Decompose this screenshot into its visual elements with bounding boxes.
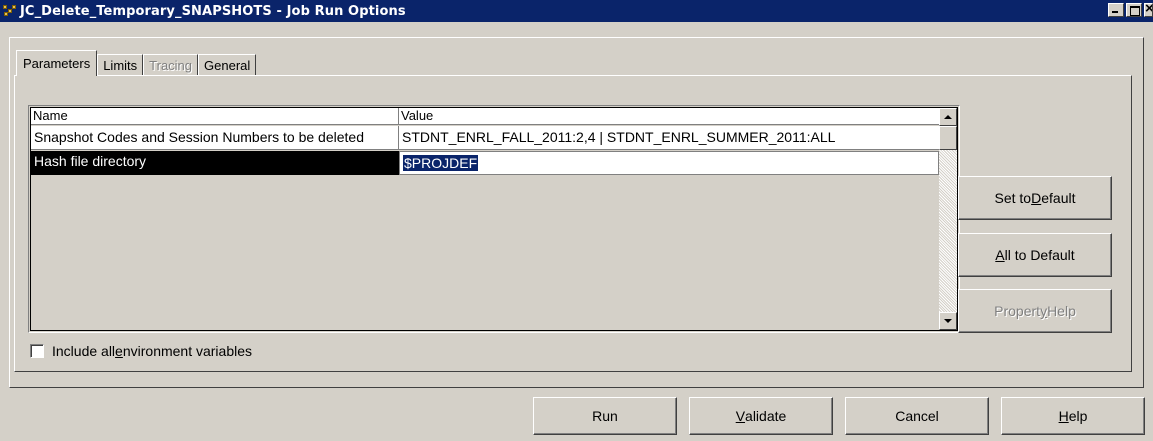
column-header-value[interactable]: Value	[399, 108, 941, 125]
button-label: Cancel	[895, 408, 939, 424]
window-controls	[1108, 3, 1153, 17]
validate-button[interactable]: Validate	[689, 397, 833, 435]
run-button[interactable]: Run	[533, 397, 677, 435]
button-label: Set to	[994, 190, 1032, 206]
button-accelerator: V	[735, 408, 746, 424]
maximize-icon[interactable]	[1126, 3, 1142, 17]
tab-label: General	[204, 58, 251, 73]
scroll-down-arrow-icon[interactable]	[939, 312, 957, 330]
button-accelerator: D	[1031, 190, 1042, 206]
tab-general[interactable]: General	[198, 54, 257, 76]
close-icon[interactable]	[1144, 3, 1153, 17]
param-name-cell[interactable]: Snapshot Codes and Session Numbers to be…	[31, 126, 399, 150]
parameters-grid[interactable]: Name Value Snapshot Codes and Session Nu…	[28, 105, 960, 333]
button-label: ll to Default	[1004, 247, 1075, 263]
window-title: JC_Delete_Temporary_SNAPSHOTS - Job Run …	[20, 3, 406, 19]
tab-label: Limits	[103, 58, 138, 73]
tab-limits[interactable]: Limits	[97, 54, 144, 76]
button-accelerator: A	[995, 247, 1005, 263]
button-accelerator: H	[1058, 408, 1069, 424]
tab-label: Parameters	[23, 56, 91, 71]
all-to-default-button[interactable]: All to Default	[958, 233, 1112, 277]
tab-strip: Parameters Limits Tracing General	[16, 50, 257, 76]
include-env-vars-checkbox[interactable]	[30, 344, 44, 358]
checkbox-accelerator: e	[115, 343, 123, 359]
set-to-default-button[interactable]: Set to Default	[958, 176, 1112, 220]
button-label: efault	[1041, 190, 1076, 206]
tab-parameters[interactable]: Parameters	[16, 50, 98, 76]
column-header-name[interactable]: Name	[31, 108, 399, 125]
datastage-app-icon	[3, 4, 17, 18]
scroll-thumb[interactable]	[939, 126, 957, 150]
button-label: elp	[1068, 408, 1088, 424]
grid-vertical-scrollbar[interactable]	[939, 108, 957, 330]
button-label: Run	[592, 408, 618, 424]
button-label: Help	[1047, 303, 1076, 319]
help-button[interactable]: Help	[1001, 397, 1145, 435]
title-bar: JC_Delete_Temporary_SNAPSHOTS - Job Run …	[0, 0, 1153, 22]
button-label: alidate	[745, 408, 787, 424]
param-value-input[interactable]: $PROJDEF	[399, 151, 939, 175]
tab-tracing[interactable]: Tracing	[143, 54, 199, 76]
cancel-button[interactable]: Cancel	[845, 397, 989, 435]
param-value-text: $PROJDEF	[403, 155, 479, 171]
button-label: Propert	[994, 303, 1041, 319]
param-name-cell-selected[interactable]: Hash file directory	[31, 151, 399, 175]
minimize-icon[interactable]	[1108, 3, 1124, 17]
checkbox-label: Include all	[52, 343, 116, 359]
param-value-cell[interactable]: STDNT_ENRL_FALL_2011:2,4 | STDNT_ENRL_SU…	[399, 126, 941, 150]
tab-label: Tracing	[149, 58, 193, 73]
include-env-vars-option[interactable]: Include all e nvironment variables	[30, 343, 252, 359]
scroll-up-arrow-icon[interactable]	[939, 108, 957, 126]
property-help-button[interactable]: Propert y Help	[958, 289, 1112, 333]
checkbox-label: nvironment variables	[122, 343, 253, 359]
button-accelerator: y	[1040, 303, 1048, 319]
